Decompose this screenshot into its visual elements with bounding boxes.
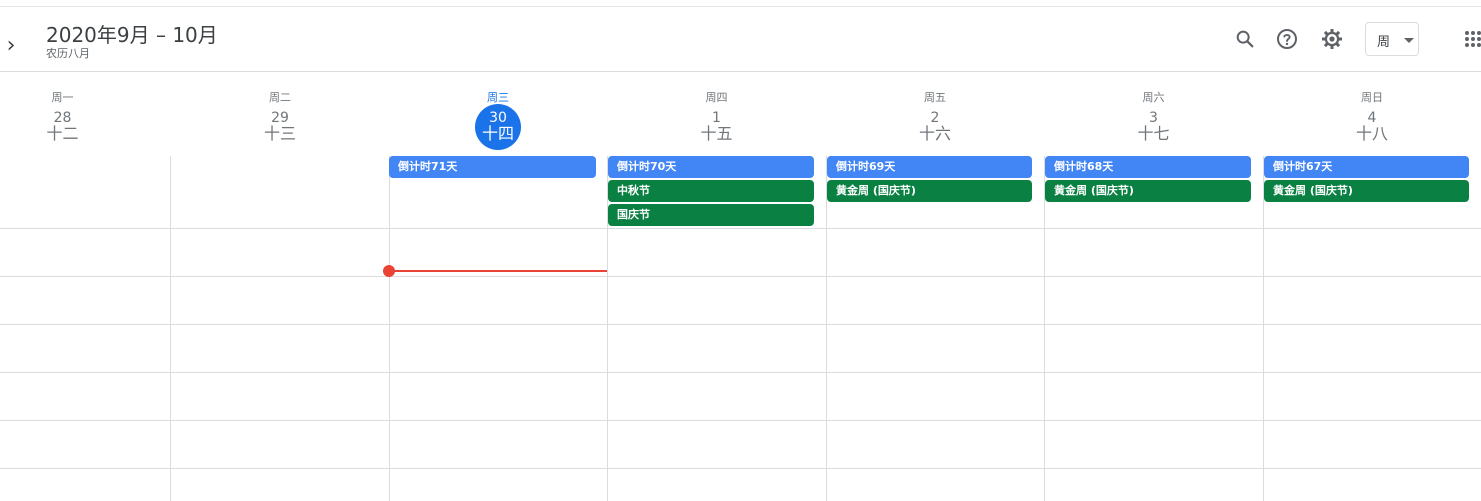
all-day-event[interactable]: 黄金周 (国庆节): [827, 180, 1032, 202]
hour-gridline: [0, 420, 1481, 421]
hour-gridline: [0, 372, 1481, 373]
all-day-event[interactable]: 国庆节: [608, 204, 814, 226]
apps-button[interactable]: [1459, 25, 1481, 53]
day-of-week: 周日: [1361, 91, 1383, 104]
all-day-event[interactable]: 倒计时69天: [827, 156, 1032, 178]
day-of-week: 周三: [487, 91, 509, 104]
column-divider: [389, 156, 390, 501]
lunar-month-subtitle: 农历八月: [46, 47, 90, 60]
all-day-event[interactable]: 黄金周 (国庆节): [1045, 180, 1251, 202]
view-selector[interactable]: 周: [1365, 22, 1419, 56]
lunar-date: 十二: [46, 124, 79, 143]
column-divider: [826, 156, 827, 501]
lunar-date: 十五: [700, 124, 733, 143]
period-title: 2020年9月 – 10月: [46, 23, 218, 47]
all-day-event[interactable]: 中秋节: [608, 180, 814, 202]
settings-button[interactable]: [1318, 25, 1346, 53]
next-period-button[interactable]: ›: [2, 33, 20, 59]
all-day-event[interactable]: 倒计时70天: [608, 156, 814, 178]
all-day-divider: [0, 228, 1481, 229]
hour-gridline: [0, 324, 1481, 325]
day-header-thu[interactable]: 周四 1 十五: [607, 72, 826, 156]
chevron-right-icon: ›: [6, 33, 16, 58]
lunar-date: 十六: [918, 124, 951, 143]
lunar-date: 十三: [263, 124, 296, 143]
all-day-event[interactable]: 倒计时67天: [1264, 156, 1469, 178]
settings-icon: [1322, 29, 1342, 49]
help-button[interactable]: [1273, 25, 1301, 53]
day-header-mon[interactable]: 周一 28 十二: [0, 72, 125, 156]
day-header-sun[interactable]: 周日 4 十八: [1263, 72, 1481, 156]
day-header-tue[interactable]: 周二 29 十三: [171, 72, 389, 156]
day-header-wed-today[interactable]: 周三 30 十四: [389, 72, 607, 156]
day-header-fri[interactable]: 周五 2 十六: [826, 72, 1044, 156]
all-day-event[interactable]: 倒计时68天: [1045, 156, 1251, 178]
all-day-event[interactable]: 黄金周 (国庆节): [1264, 180, 1469, 202]
day-of-week: 周六: [1142, 91, 1165, 104]
current-time-line: [389, 270, 607, 272]
current-time-dot: [383, 265, 395, 277]
calendar-header: › 2020年9月 – 10月 农历八月 周: [0, 7, 1481, 71]
day-of-week: 周四: [705, 91, 728, 104]
column-divider: [1044, 156, 1045, 501]
view-selector-label: 周: [1377, 35, 1391, 50]
lunar-date: 十八: [1355, 124, 1388, 143]
search-button[interactable]: [1231, 25, 1259, 53]
column-divider: [170, 156, 171, 501]
day-of-week: 周一: [51, 91, 74, 104]
hour-gridline: [0, 468, 1481, 469]
lunar-date: 十四: [481, 124, 514, 143]
search-icon: [1236, 30, 1254, 48]
help-icon: [1277, 29, 1297, 49]
column-divider: [1263, 156, 1264, 501]
lunar-date: 十七: [1137, 124, 1170, 143]
day-of-week: 周五: [924, 91, 946, 104]
all-day-event[interactable]: 倒计时71天: [389, 156, 596, 178]
day-header-sat[interactable]: 周六 3 十七: [1044, 72, 1263, 156]
dropdown-arrow-icon: [1404, 38, 1414, 43]
apps-grid-icon: [1465, 31, 1481, 47]
hour-gridline: [0, 276, 1481, 277]
day-of-week: 周二: [269, 91, 291, 104]
